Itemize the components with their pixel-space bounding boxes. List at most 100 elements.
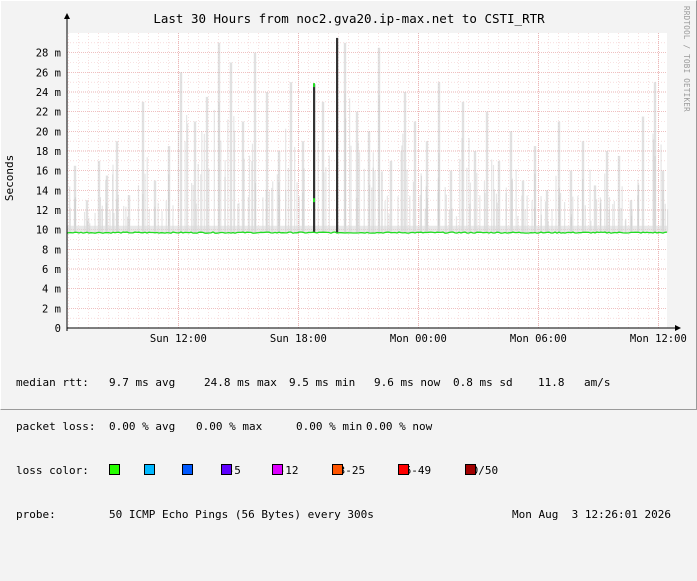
smoke-peak [248, 155, 251, 233]
smoke-peak [229, 62, 233, 233]
chart-title: Last 30 Hours from noc2.gva20.ip-max.net… [153, 11, 545, 26]
smoke-peak [177, 131, 179, 233]
median-rtt-max: 24.8 ms max [204, 376, 277, 390]
smoke-peak [243, 158, 245, 233]
smoke-peak [191, 182, 193, 233]
smoke-peak [186, 123, 189, 233]
median-rtt-sd: 0.8 ms sd [453, 376, 513, 390]
y-tick-label: 18 m [36, 146, 61, 158]
loss-color-item: 13-25 [332, 463, 365, 479]
smoke-peak [413, 121, 417, 233]
median-rtt-label: median rtt: [16, 376, 89, 390]
x-tick-label: Mon 00:00 [390, 333, 447, 345]
median-rtt-min: 9.5 ms min [289, 376, 356, 390]
smoke-peak [325, 167, 327, 233]
smoke-peak [205, 96, 209, 233]
smoke-peak [349, 98, 351, 233]
y-tick-label: 24 m [36, 87, 61, 99]
smoke-peak [254, 182, 257, 233]
smoke-peak [272, 181, 274, 233]
smoke-peak [192, 184, 194, 233]
smoke-peak [653, 139, 655, 233]
y-axis-arrow [64, 13, 70, 19]
smoke-peak [654, 156, 656, 233]
y-tick-label: 26 m [36, 67, 61, 79]
smoke-peak [363, 168, 365, 233]
smoke-peak [582, 179, 584, 233]
smoke-peak [357, 142, 359, 233]
smoke-peak [179, 72, 183, 233]
smoke-peak [420, 175, 423, 233]
packet-loss-label: packet loss: [16, 419, 96, 433]
smoke-peak [197, 163, 199, 233]
smoke-peak [617, 155, 621, 233]
smoke-peak [473, 151, 477, 233]
median-rtt-row: median rtt: 9.7 ms avg 24.8 ms max 9.5 m… [16, 376, 611, 391]
smoke-peak [666, 209, 669, 233]
latency-chart: Last 30 Hours from noc2.gva20.ip-max.net… [3, 6, 691, 345]
y-tick-label: 0 [55, 323, 61, 335]
packet-loss-row: packet loss: 0.00 % avg 0.00 % max 0.00 … [16, 420, 432, 435]
smoke-peak [358, 152, 361, 233]
smoke-peak [278, 182, 280, 233]
smoke-peak [224, 176, 226, 233]
rrdtool-credit-label: RRDTOOL / TOBI OETIKER [682, 6, 691, 112]
smoke-peak [381, 170, 383, 233]
smoke-peak [350, 145, 352, 233]
smoke-peak [112, 174, 114, 233]
smoke-peak [491, 159, 493, 233]
smoke-peak [69, 186, 71, 233]
smoke-peak [469, 182, 472, 233]
y-tick-label: 12 m [36, 205, 61, 217]
loss-color-swatch [109, 463, 120, 475]
loss-color-label: loss color: [16, 463, 89, 477]
x-tick-label: Sun 12:00 [150, 333, 207, 345]
smoke-peak [213, 109, 215, 233]
packet-loss-now: 0.00 % now [366, 419, 433, 433]
smoke-peak [511, 180, 513, 233]
probe-label: probe: [16, 507, 56, 521]
loss-color-swatch [398, 463, 409, 475]
smoke-peak [466, 167, 468, 233]
loss-color-item: 1 [144, 463, 155, 479]
smoke-peak [296, 182, 298, 233]
smoke-peak [476, 172, 478, 233]
loss-color-item: 2 [182, 463, 193, 479]
smoke-peak [276, 174, 278, 233]
smoke-peak [218, 102, 220, 233]
loss-color-swatch [221, 463, 232, 475]
smoke-peak [323, 172, 325, 233]
smoke-peak [208, 168, 210, 233]
y-tick-label: 16 m [36, 166, 61, 178]
loss-color-item: 3-5 [221, 463, 241, 479]
smoke-peak [604, 173, 606, 233]
loss-color-item: 6-12 [272, 463, 299, 479]
probe-row: probe: 50 ICMP Echo Pings (56 Bytes) eve… [16, 508, 671, 523]
median-rtt-now: 9.6 ms now [374, 376, 441, 390]
y-tick-label: 2 m [42, 303, 61, 315]
smoke-peak [144, 173, 146, 233]
probe-timestamp: Mon Aug 3 12:26:01 2026 [512, 507, 671, 521]
smoke-peak [372, 152, 374, 233]
y-tick-label: 14 m [36, 185, 61, 197]
smoke-peak [389, 160, 393, 233]
smoke-peak [201, 131, 203, 233]
smoke-peak [294, 146, 296, 233]
smoke-peak [137, 185, 140, 233]
smoke-band [67, 225, 667, 233]
smoke-peak [97, 160, 101, 233]
packet-loss-avg: 0.00 % avg [109, 419, 176, 433]
smoke-peak [412, 181, 415, 233]
smoke-peak [374, 170, 376, 233]
x-tick-label: Sun 18:00 [270, 333, 327, 345]
loss-color-swatch [465, 463, 476, 475]
x-tick-label: Mon 12:00 [630, 333, 687, 345]
smoke-peak [378, 94, 380, 233]
smoke-peak [593, 185, 597, 233]
y-axis-label: Seconds [3, 155, 16, 201]
loss-color-item: 50/50 [465, 463, 498, 479]
smoke-peak [515, 169, 517, 233]
smoke-peak [303, 168, 305, 233]
smoke-peak [227, 119, 229, 233]
smoke-peak [461, 138, 463, 233]
